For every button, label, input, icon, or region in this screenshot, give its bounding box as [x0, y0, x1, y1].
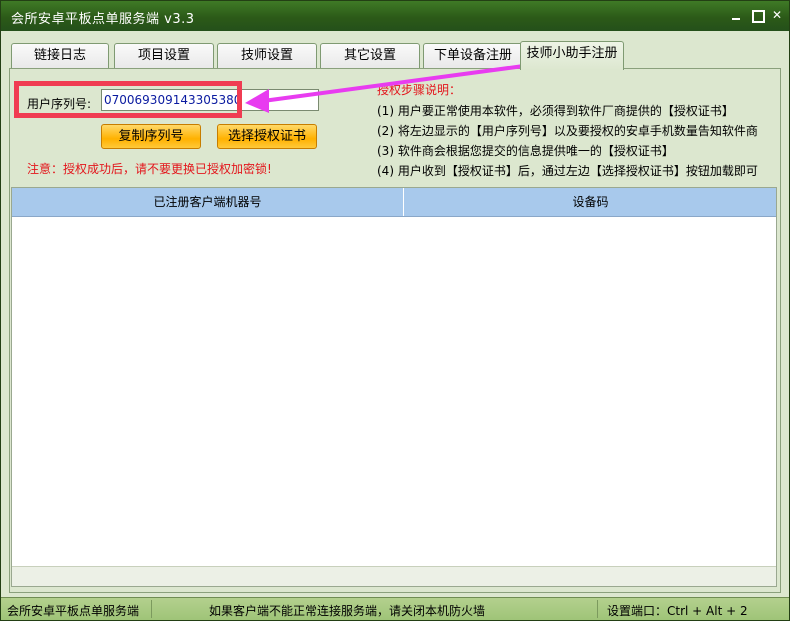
highlight-box: [14, 81, 242, 118]
window-title: 会所安卓平板点单服务端 v3.3: [11, 12, 195, 27]
steps-title: 授权步骤说明：: [377, 83, 462, 97]
close-icon[interactable]: ✕: [769, 7, 785, 23]
tab-link-log[interactable]: 链接日志: [11, 43, 109, 69]
maximize-icon[interactable]: [749, 7, 765, 23]
tab-technician-settings[interactable]: 技师设置: [217, 43, 317, 69]
status-bar: 会所安卓平板点单服务端 如果客户端不能正常连接服务端，请关闭本机防火墙 设置端口…: [1, 597, 789, 620]
tab-assistant-register[interactable]: 技师小助手注册: [520, 41, 624, 70]
registered-clients-table[interactable]: 已注册客户端机器号 设备码: [11, 187, 777, 587]
column-header-device-code[interactable]: 设备码: [405, 188, 776, 216]
step-item: (4) 用户收到【授权证书】后，通过左边【选择授权证书】按钮加载即可: [377, 164, 758, 178]
status-firewall-hint: 如果客户端不能正常连接服务端，请关闭本机防火墙: [209, 604, 486, 618]
column-header-machine-id[interactable]: 已注册客户端机器号: [12, 188, 404, 216]
status-divider: [597, 600, 598, 618]
app-window: 会所安卓平板点单服务端 v3.3 ✕ 链接日志 项目设置 技师设置 其它设置 下…: [0, 0, 790, 621]
title-bar[interactable]: 会所安卓平板点单服务端 v3.3 ✕: [1, 1, 789, 31]
tab-device-register[interactable]: 下单设备注册: [423, 43, 523, 69]
step-item: (1) 用户要正常使用本软件，必须得到软件厂商提供的【授权证书】: [377, 104, 734, 118]
copy-serial-button[interactable]: 复制序列号: [101, 124, 201, 149]
choose-certificate-button[interactable]: 选择授权证书: [217, 124, 317, 149]
warning-text: 注意：授权成功后，请不要更换已授权加密锁!: [27, 162, 272, 176]
step-item: (2) 将左边显示的【用户序列号】以及要授权的安卓手机数量告知软件商: [377, 124, 758, 138]
table-header: 已注册客户端机器号 设备码: [12, 188, 776, 217]
tab-project-settings[interactable]: 项目设置: [114, 43, 214, 69]
status-port-shortcut: 设置端口：Ctrl + Alt + 2: [607, 604, 748, 618]
status-divider: [151, 600, 152, 618]
tab-other-settings[interactable]: 其它设置: [320, 43, 420, 69]
step-item: (3) 软件商会根据您提交的信息提供唯一的【授权证书】: [377, 144, 674, 158]
status-app-name: 会所安卓平板点单服务端: [7, 604, 140, 618]
horizontal-scrollbar[interactable]: [12, 566, 776, 586]
minimize-icon[interactable]: [728, 7, 744, 23]
